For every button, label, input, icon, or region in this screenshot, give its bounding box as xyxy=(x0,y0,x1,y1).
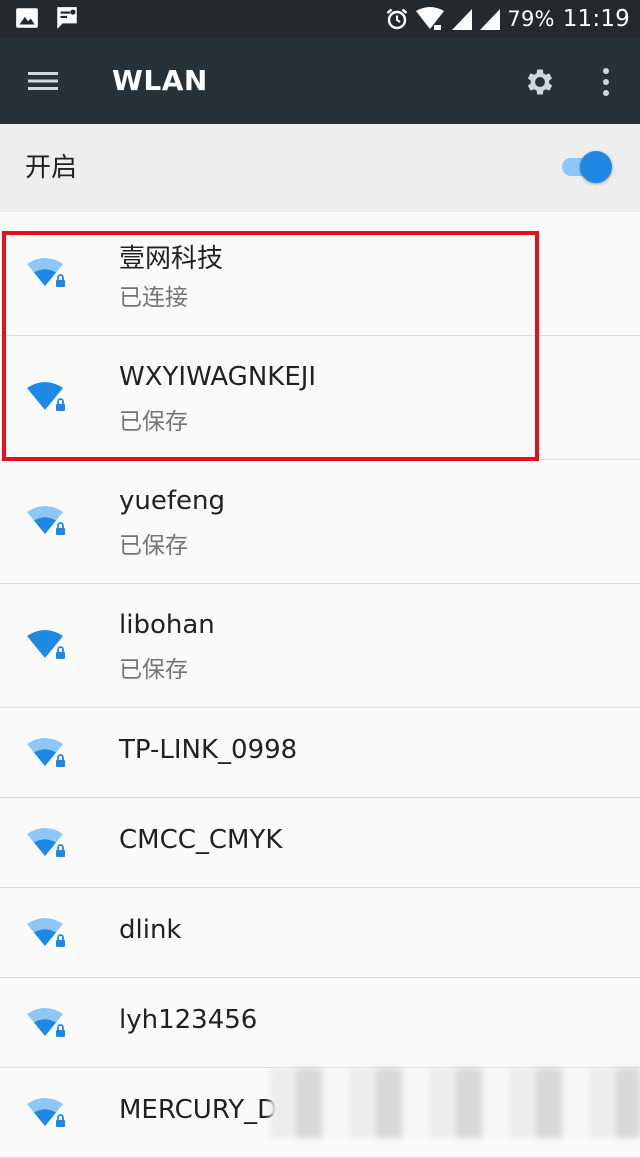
network-item[interactable]: dlink xyxy=(0,888,640,978)
notification-icon xyxy=(57,7,77,29)
network-list: 壹网科技 已连接 WXYIWAGNKEJI 已保存 yuefeng 已保存 li… xyxy=(0,212,640,1158)
network-item[interactable]: WXYIWAGNKEJI 已保存 xyxy=(0,336,640,460)
blur-overlay xyxy=(270,1068,640,1138)
network-name: libohan xyxy=(119,610,215,640)
network-name: CMCC_CMYK xyxy=(119,825,283,855)
wifi-lock-icon xyxy=(27,738,65,767)
network-item[interactable]: TP-LINK_0998 xyxy=(0,708,640,798)
network-status: 已连接 xyxy=(119,285,188,311)
network-item[interactable]: lyh123456 xyxy=(0,978,640,1068)
wifi-lock-icon xyxy=(27,918,65,947)
gear-icon xyxy=(527,69,553,95)
wifi-lock-icon xyxy=(27,630,65,659)
app-toolbar: WLAN xyxy=(0,38,640,124)
wifi-toggle[interactable] xyxy=(560,150,612,184)
network-item[interactable]: yuefeng 已保存 xyxy=(0,460,640,584)
wifi-lock-icon xyxy=(27,1008,65,1037)
network-name: TP-LINK_0998 xyxy=(119,735,298,765)
page-title: WLAN xyxy=(112,64,208,97)
wifi-switch-row[interactable]: 开启 xyxy=(0,124,640,212)
network-name: dlink xyxy=(119,915,182,945)
network-item[interactable]: CMCC_CMYK xyxy=(0,798,640,888)
wifi-switch-label: 开启 xyxy=(25,153,78,183)
toggle-thumb xyxy=(580,151,612,183)
wifi-lock-icon xyxy=(27,506,65,535)
wifi-lock-icon xyxy=(27,828,65,857)
wifi-signal-icon xyxy=(416,7,445,30)
network-status: 已保存 xyxy=(119,533,188,559)
cellular-signal-icon xyxy=(480,9,501,30)
menu-icon xyxy=(28,72,58,90)
network-name: lyh123456 xyxy=(119,1005,258,1035)
menu-button[interactable] xyxy=(22,60,64,102)
image-icon xyxy=(16,8,38,28)
network-name: WXYIWAGNKEJI xyxy=(119,362,317,392)
status-bar: 79% 11:19 xyxy=(0,0,640,38)
network-name: MERCURY_D xyxy=(119,1095,278,1125)
network-status: 已保存 xyxy=(119,657,188,683)
more-vert-icon xyxy=(603,68,609,96)
overflow-menu-button[interactable] xyxy=(588,60,624,104)
battery-percent: 79% xyxy=(507,7,555,31)
wifi-lock-icon xyxy=(27,258,65,287)
network-name: 壹网科技 xyxy=(119,244,224,274)
network-item[interactable]: libohan 已保存 xyxy=(0,584,640,708)
network-item[interactable]: 壹网科技 已连接 xyxy=(0,212,640,336)
network-name: yuefeng xyxy=(119,486,225,516)
alarm-icon xyxy=(387,8,408,30)
network-status: 已保存 xyxy=(119,409,188,435)
clock: 11:19 xyxy=(562,6,630,32)
wifi-lock-icon xyxy=(27,382,65,411)
wifi-lock-icon xyxy=(27,1098,65,1127)
cellular-signal-icon xyxy=(452,9,473,30)
settings-button[interactable] xyxy=(518,60,562,104)
